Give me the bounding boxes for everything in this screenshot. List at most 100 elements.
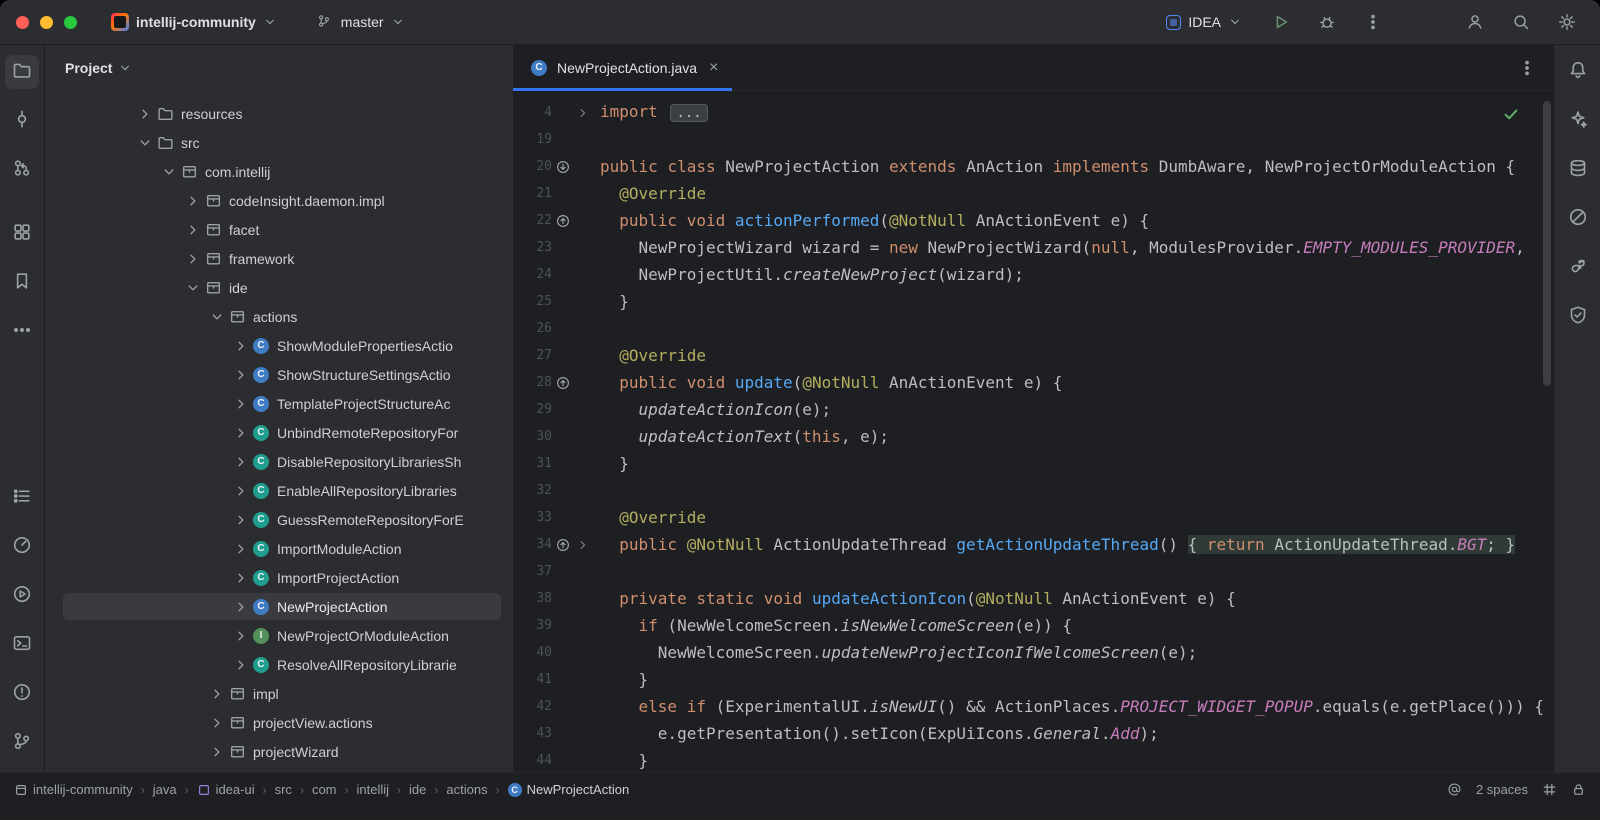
code-line[interactable]: 34 public @NotNull ActionUpdateThread ge…: [513, 531, 1554, 558]
code-line[interactable]: 21 @Override: [513, 180, 1554, 207]
overriding-method-icon[interactable]: [552, 376, 574, 390]
inspections-ok-icon[interactable]: [1502, 105, 1520, 123]
tree-item[interactable]: CShowModulePropertiesActio: [45, 331, 513, 360]
toolwindow-pull-request-button[interactable]: [5, 153, 39, 187]
tree-item[interactable]: CShowStructureSettingsActio: [45, 360, 513, 389]
code-line[interactable]: 4import ...: [513, 99, 1554, 126]
close-window-button[interactable]: [16, 16, 29, 29]
close-icon[interactable]: ×: [709, 60, 718, 76]
code-line[interactable]: 44 }: [513, 747, 1554, 772]
code-line[interactable]: 25 }: [513, 288, 1554, 315]
debug-button[interactable]: [1312, 7, 1342, 37]
chevron-right-icon[interactable]: [231, 597, 251, 617]
tab-options-button[interactable]: [1512, 53, 1542, 83]
tree-item[interactable]: framework: [45, 244, 513, 273]
breadcrumb-item[interactable]: java: [153, 782, 177, 797]
chevron-right-icon[interactable]: [231, 423, 251, 443]
breadcrumb-item[interactable]: ide: [409, 782, 426, 797]
chevron-right-icon[interactable]: [207, 742, 227, 762]
overriding-method-icon[interactable]: [552, 538, 574, 552]
code-line[interactable]: 40 NewWelcomeScreen.updateNewProjectIcon…: [513, 639, 1554, 666]
chevron-right-icon[interactable]: [135, 104, 155, 124]
breadcrumb-item[interactable]: CNewProjectAction: [508, 782, 630, 797]
toolwindow-commit-button[interactable]: [5, 104, 39, 138]
tree-item[interactable]: com.intellij: [45, 157, 513, 186]
tree-item[interactable]: CImportProjectAction: [45, 563, 513, 592]
tree-item[interactable]: CTemplateProjectStructureAc: [45, 389, 513, 418]
frame-icon[interactable]: [1542, 782, 1557, 797]
tree-item[interactable]: facet: [45, 215, 513, 244]
overriding-method-icon[interactable]: [552, 214, 574, 228]
code-line[interactable]: 33 @Override: [513, 504, 1554, 531]
chevron-right-icon[interactable]: [231, 481, 251, 501]
code-line[interactable]: 41 }: [513, 666, 1554, 693]
breadcrumb-item[interactable]: actions: [446, 782, 487, 797]
code-line[interactable]: 28 public void update(@NotNull AnActionE…: [513, 369, 1554, 396]
tree-item[interactable]: CDisableRepositoryLibrariesSh: [45, 447, 513, 476]
code-line[interactable]: 27 @Override: [513, 342, 1554, 369]
code-line[interactable]: 31 }: [513, 450, 1554, 477]
chevron-right-icon[interactable]: [207, 713, 227, 733]
editor-scrollbar[interactable]: [1543, 101, 1551, 386]
tree-item[interactable]: INewProjectOrModuleAction: [45, 621, 513, 650]
code-editor[interactable]: 4import ...1920public class NewProjectAc…: [513, 91, 1554, 772]
chevron-right-icon[interactable]: [231, 655, 251, 675]
toolwindow-run-circle-button[interactable]: [5, 579, 39, 613]
tree-item[interactable]: src: [45, 128, 513, 157]
toolwindow-database-button[interactable]: [1561, 153, 1595, 187]
chevron-right-icon[interactable]: [231, 510, 251, 530]
tree-item[interactable]: projectWizard: [45, 737, 513, 766]
chevron-right-icon[interactable]: [231, 452, 251, 472]
code-line[interactable]: 20public class NewProjectAction extends …: [513, 153, 1554, 180]
minimize-window-button[interactable]: [40, 16, 53, 29]
toolwindow-more-horizontal-button[interactable]: [5, 315, 39, 349]
tree-item[interactable]: CImportModuleAction: [45, 534, 513, 563]
branch-widget[interactable]: master: [309, 9, 413, 36]
chevron-right-icon[interactable]: [231, 336, 251, 356]
fold-chevron-icon[interactable]: [574, 106, 592, 120]
code-line[interactable]: 23 NewProjectWizard wizard = new NewProj…: [513, 234, 1554, 261]
code-with-me-button[interactable]: [1460, 7, 1490, 37]
code-line[interactable]: 43 e.getPresentation().setIcon(ExpUiIcon…: [513, 720, 1554, 747]
breadcrumb-item[interactable]: src: [275, 782, 292, 797]
more-actions-button[interactable]: [1358, 7, 1388, 37]
code-line[interactable]: 39 if (NewWelcomeScreen.isNewWelcomeScre…: [513, 612, 1554, 639]
toolwindow-bell-button[interactable]: [1561, 55, 1595, 89]
toolwindow-gradle-button[interactable]: [1561, 251, 1595, 285]
chevron-right-icon[interactable]: [231, 539, 251, 559]
chevron-right-icon[interactable]: [183, 220, 203, 240]
chevron-right-icon[interactable]: [183, 249, 203, 269]
toolwindow-problems-button[interactable]: [5, 677, 39, 711]
tree-item[interactable]: actions: [45, 302, 513, 331]
project-widget[interactable]: intellij-community: [103, 8, 285, 36]
lock-icon[interactable]: [1571, 782, 1586, 797]
code-line[interactable]: 29 updateActionIcon(e);: [513, 396, 1554, 423]
tree-item[interactable]: codeInsight.daemon.impl: [45, 186, 513, 215]
toolwindow-gauge-button[interactable]: [5, 530, 39, 564]
project-panel-header[interactable]: Project: [45, 45, 513, 91]
fold-chevron-icon[interactable]: [574, 538, 592, 552]
toolwindow-git-branch-button[interactable]: [5, 726, 39, 760]
tree-item[interactable]: CEnableAllRepositoryLibraries: [45, 476, 513, 505]
inline-completion-icon[interactable]: [1447, 782, 1462, 797]
toolwindow-circle-slash-button[interactable]: [1561, 202, 1595, 236]
overridden-marker-icon[interactable]: [552, 160, 574, 174]
toolwindow-project-folder-button[interactable]: [5, 55, 39, 89]
chevron-right-icon[interactable]: [207, 684, 227, 704]
tree-item[interactable]: impl: [45, 679, 513, 708]
code-line[interactable]: 42 else if (ExperimentalUI.isNewUI() && …: [513, 693, 1554, 720]
chevron-down-icon[interactable]: [159, 162, 179, 182]
breadcrumb-item[interactable]: intellij: [357, 782, 390, 797]
chevron-right-icon[interactable]: [231, 568, 251, 588]
editor-tab[interactable]: C NewProjectAction.java ×: [513, 45, 732, 90]
indent-widget[interactable]: 2 spaces: [1476, 782, 1528, 797]
chevron-right-icon[interactable]: [231, 626, 251, 646]
chevron-right-icon[interactable]: [183, 191, 203, 211]
code-line[interactable]: 24 NewProjectUtil.createNewProject(wizar…: [513, 261, 1554, 288]
toolwindow-bookmark-button[interactable]: [5, 266, 39, 300]
code-line[interactable]: 26: [513, 315, 1554, 342]
settings-button[interactable]: [1552, 7, 1582, 37]
breadcrumb-item[interactable]: intellij-community: [14, 782, 133, 797]
tree-item[interactable]: CUnbindRemoteRepositoryFor: [45, 418, 513, 447]
tree-item[interactable]: CGuessRemoteRepositoryForE: [45, 505, 513, 534]
